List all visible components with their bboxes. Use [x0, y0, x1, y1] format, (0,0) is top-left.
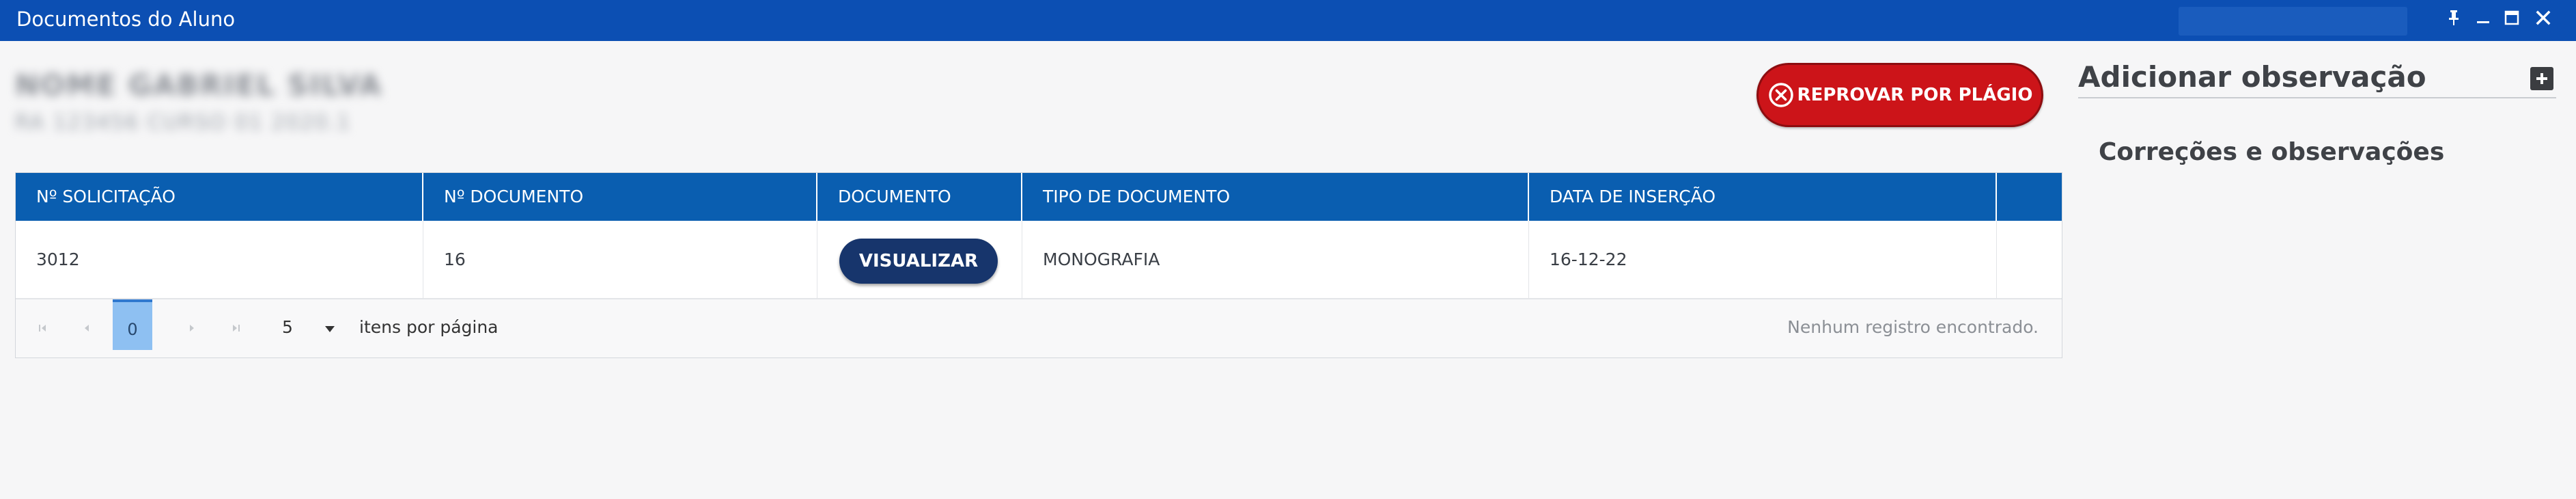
- column-header-extra: [1997, 173, 2062, 221]
- table-row: 3012 16 VISUALIZAR MONOGRAFIA 16-12-22: [16, 221, 2062, 299]
- last-page-icon[interactable]: [222, 313, 249, 343]
- column-header-solicitacao[interactable]: Nº SOLICITAÇÃO: [16, 173, 423, 221]
- previous-page-icon[interactable]: [73, 313, 100, 343]
- cell-solicitacao: 3012: [16, 221, 423, 298]
- column-header-documento[interactable]: DOCUMENTO: [817, 173, 1022, 221]
- page-size-label: itens por página: [359, 317, 499, 337]
- maximize-icon[interactable]: [2501, 7, 2523, 29]
- cell-tipo: MONOGRAFIA: [1022, 221, 1529, 298]
- column-header-tipo[interactable]: TIPO DE DOCUMENTO: [1022, 173, 1529, 221]
- pin-icon[interactable]: [2443, 7, 2465, 29]
- plus-icon: [2536, 73, 2547, 84]
- next-page-icon[interactable]: [178, 313, 206, 343]
- cell-documento-num: 16: [423, 221, 817, 298]
- cell-extra: [1997, 221, 2062, 298]
- student-name: NOME GABRIEL SILVA: [15, 68, 383, 102]
- window-titlebar: Documentos do Aluno: [0, 0, 2576, 41]
- titlebar-search-box[interactable]: [2179, 7, 2407, 36]
- table-header: Nº SOLICITAÇÃO Nº DOCUMENTO DOCUMENTO TI…: [16, 173, 2062, 221]
- current-page-button[interactable]: 0: [113, 299, 152, 350]
- chevron-down-icon: [324, 323, 335, 336]
- cell-data: 16-12-22: [1529, 221, 1997, 298]
- student-details: RA 123456 CURSO 01 2020.1: [15, 111, 352, 135]
- corrections-observations-heading: Correções e observações: [2099, 138, 2445, 166]
- add-observation-button[interactable]: [2530, 67, 2553, 90]
- window-title: Documentos do Aluno: [16, 8, 236, 31]
- paginator: 0 5 itens por página Nenhum registro enc…: [16, 299, 2062, 358]
- add-observation-title: Adicionar observação: [2078, 60, 2426, 94]
- documents-table: Nº SOLICITAÇÃO Nº DOCUMENTO DOCUMENTO TI…: [15, 172, 2062, 358]
- column-header-documento-num[interactable]: Nº DOCUMENTO: [423, 173, 817, 221]
- first-page-icon[interactable]: [29, 313, 57, 343]
- close-icon[interactable]: [2532, 7, 2554, 29]
- minimize-icon[interactable]: [2472, 7, 2494, 29]
- reject-button-label: REPROVAR POR PLÁGIO: [1797, 85, 2033, 105]
- column-header-data[interactable]: DATA DE INSERÇÃO: [1529, 173, 1997, 221]
- side-panel-divider: [2078, 97, 2556, 98]
- cell-documento: VISUALIZAR: [817, 221, 1022, 298]
- empty-records-message: Nenhum registro encontrado.: [1787, 317, 2039, 337]
- page-size-select[interactable]: 5: [262, 312, 349, 343]
- view-document-button[interactable]: VISUALIZAR: [839, 239, 998, 284]
- page-size-value: 5: [282, 317, 293, 337]
- reject-plagiarism-button[interactable]: REPROVAR POR PLÁGIO: [1756, 63, 2043, 127]
- x-circle-icon: [1767, 81, 1795, 109]
